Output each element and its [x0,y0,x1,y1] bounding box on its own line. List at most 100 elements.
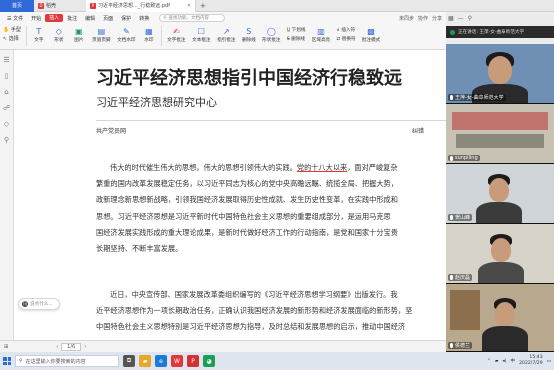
ime-indicator[interactable]: 中 [510,358,515,364]
ribbon-divider [25,26,27,46]
select-tool-button[interactable]: ↖ 选择 [3,35,21,42]
insert-replace-group: ∧ 插入符 ⇄ 替换符 [333,26,358,43]
feature-search-input[interactable]: ⚲ 查找功能、文档内容 [159,14,226,22]
image-button[interactable]: ▣ 图片 [69,26,89,44]
participant-face [488,56,512,84]
outline-icon[interactable]: ☰ [3,56,9,64]
comment-mode-button[interactable]: ▩ 批注模式 [359,26,384,44]
participant-tile[interactable]: 赵庆磊 [446,224,554,284]
participant-tile[interactable]: 侯德兰 [446,284,554,352]
wps-writer-icon[interactable]: W [171,355,183,367]
participant-tile[interactable]: 王萍-女-曲阜师范大学 [446,44,554,104]
windows-taskbar: ⚲ 在这里输入你要搜索的内容 ⧉ ▰ e W P ◕ ⌃ ▰ ◂) 中 15:4… [0,352,554,370]
task-view-icon[interactable]: ⧉ [123,355,135,367]
menu-item-start[interactable]: 开始 [27,15,45,22]
wechat-icon[interactable]: ◕ [203,355,215,367]
select-tool-label: 选择 [8,36,19,42]
participant-tile[interactable]: sunpiling [446,104,554,164]
menu-item-convert[interactable]: 转换 [135,15,153,22]
left-sidebar-tools: ☰ ▯ ⌂ ☍ ◇ ⚲ [0,50,14,340]
comment-input-bubble[interactable]: 讯 说点什么... [18,298,60,310]
attachment-icon[interactable]: ☍ [3,104,10,112]
doc-watermark-button[interactable]: ✎ 文档水印 [114,26,139,44]
header-footer-icon: ▤ [97,26,106,36]
strike-button[interactable]: S̶ 删除线 [287,36,306,42]
shape-button[interactable]: ◇ 形状 [49,26,69,44]
menu-item-protect[interactable]: 保护 [117,15,135,22]
text-comment-button[interactable]: ✍ 文字批注 [164,26,189,44]
shape-button-label: 形状 [54,38,64,43]
share-button[interactable]: 分享 [432,15,442,22]
search-icon: ⚲ [163,15,167,21]
taskbar-search-input[interactable]: ⚲ 在这里输入你要搜索的内容 [15,355,119,367]
collaborate-button[interactable]: 协作 [418,15,428,22]
menu-item-edit[interactable]: 编辑 [81,15,99,22]
tray-expand-icon[interactable]: ⌃ [487,359,491,364]
file-menu[interactable]: ☰ 文件 [3,15,27,22]
correction-link[interactable]: 纠错 [412,126,424,135]
navigation-icon[interactable]: ⊞ [4,344,8,350]
next-page-icon[interactable]: › [84,344,86,350]
text-comment-label: 文字批注 [167,38,186,43]
bookmark-icon[interactable]: ⌂ [4,88,8,96]
header-footer-label: 页眉页脚 [92,38,111,43]
shape-comment-button[interactable]: ◯ 形状批注 [259,26,284,44]
menu-item-page[interactable]: 页面 [99,15,117,22]
pin-icon[interactable]: ⚲ [468,15,472,22]
comment-mode-icon: ▩ [367,26,375,36]
underline-button[interactable]: U̲ 下划线 [287,27,306,33]
notification-icon[interactable]: ▭ [547,359,551,364]
callout-comment-button[interactable]: ↗ 指引批注 [214,26,239,44]
menu-item-comment[interactable]: 批注 [63,15,81,22]
participant-name: 赵庆磊 [455,275,471,281]
sync-status[interactable]: 未同步 [399,15,414,22]
underlined-phrase: 党的十八大以来 [296,163,348,172]
participant-tile[interactable]: 贺山峰 [446,164,554,224]
menu-item-insert[interactable]: 插入 [45,14,64,22]
windows-start-icon[interactable] [3,357,11,365]
new-tab-button[interactable]: + [196,0,206,12]
participant-body [478,262,524,283]
insert-mark-button[interactable]: ∧ 插入符 [336,27,355,33]
paragraph-1-line-2: 繁重的国内改革发展稳定任务，以习近平同志为核心的党中央高瞻远瞩、统揽全局、把握大… [96,179,398,189]
wps-pdf-icon[interactable]: P [187,355,199,367]
textbox-comment-button[interactable]: ☐ 文本框注 [189,26,214,44]
document-source: 共产党员网 [96,128,127,135]
document-page[interactable]: 习近平经济思想指引中国经济行稳致远 习近平经济思想研究中心 共产党员网 纠错 伟… [14,50,446,340]
clock[interactable]: 15:43 2022/7/29 [519,355,543,367]
strikethrough-button[interactable]: S 删除线 [239,26,259,44]
image-button-label: 图片 [74,38,84,43]
participant-name-label: sunpiling [448,155,480,161]
prev-page-icon[interactable]: ‹ [56,344,58,350]
video-conference-panel: ▦ — ⚲ 正在讲话: 王萍-女-曲阜师范大学 王萍-女-曲阜师范大学 sunp… [446,12,554,352]
grid-view-icon[interactable]: ▦ [448,15,454,22]
minimize-icon[interactable]: — [458,15,464,22]
text-icon: T [36,26,42,36]
annotation-list-icon[interactable]: ◇ [4,120,9,128]
hand-tool-button[interactable]: ✋ 手型 [3,26,21,33]
tab-document[interactable]: P 习近平经济思想..._行稳致远.pdf ✕ [86,0,196,12]
edge-browser-icon[interactable]: e [155,355,167,367]
network-icon[interactable]: ▰ [495,359,499,364]
volume-icon[interactable]: ◂) [502,359,506,364]
watermark-button[interactable]: ▦ 水印 [139,26,159,44]
mic-icon [450,155,453,161]
tab-home[interactable]: 首页 [0,0,34,12]
page-navigator: ‹ 1/6 › [56,342,86,351]
thumbnail-icon[interactable]: ▯ [5,72,9,80]
tab-draft[interactable]: D 稻壳 [34,0,86,12]
shape-comment-label: 形状批注 [262,38,281,43]
header-footer-button[interactable]: ▤ 页眉页脚 [89,26,114,44]
draft-logo-icon: D [38,2,44,9]
mic-icon [450,275,453,280]
doc-watermark-icon: ✎ [122,26,130,36]
text-button[interactable]: T 文字 [29,26,49,44]
area-highlight-button[interactable]: ▥ 区域高亮 [308,26,333,44]
paragraph-2-line-3: 中国特色社会主义思想特别是习近平经济思想为指导，及时总结和发展思想的启示，推动中… [96,322,406,332]
close-tab-icon[interactable]: ✕ [187,3,191,9]
find-icon[interactable]: ⚲ [4,136,9,144]
replace-mark-button[interactable]: ⇄ 替换符 [336,36,355,42]
page-number-input[interactable]: 1/6 [61,342,82,351]
shape-icon: ◇ [55,26,62,36]
file-explorer-icon[interactable]: ▰ [139,355,151,367]
